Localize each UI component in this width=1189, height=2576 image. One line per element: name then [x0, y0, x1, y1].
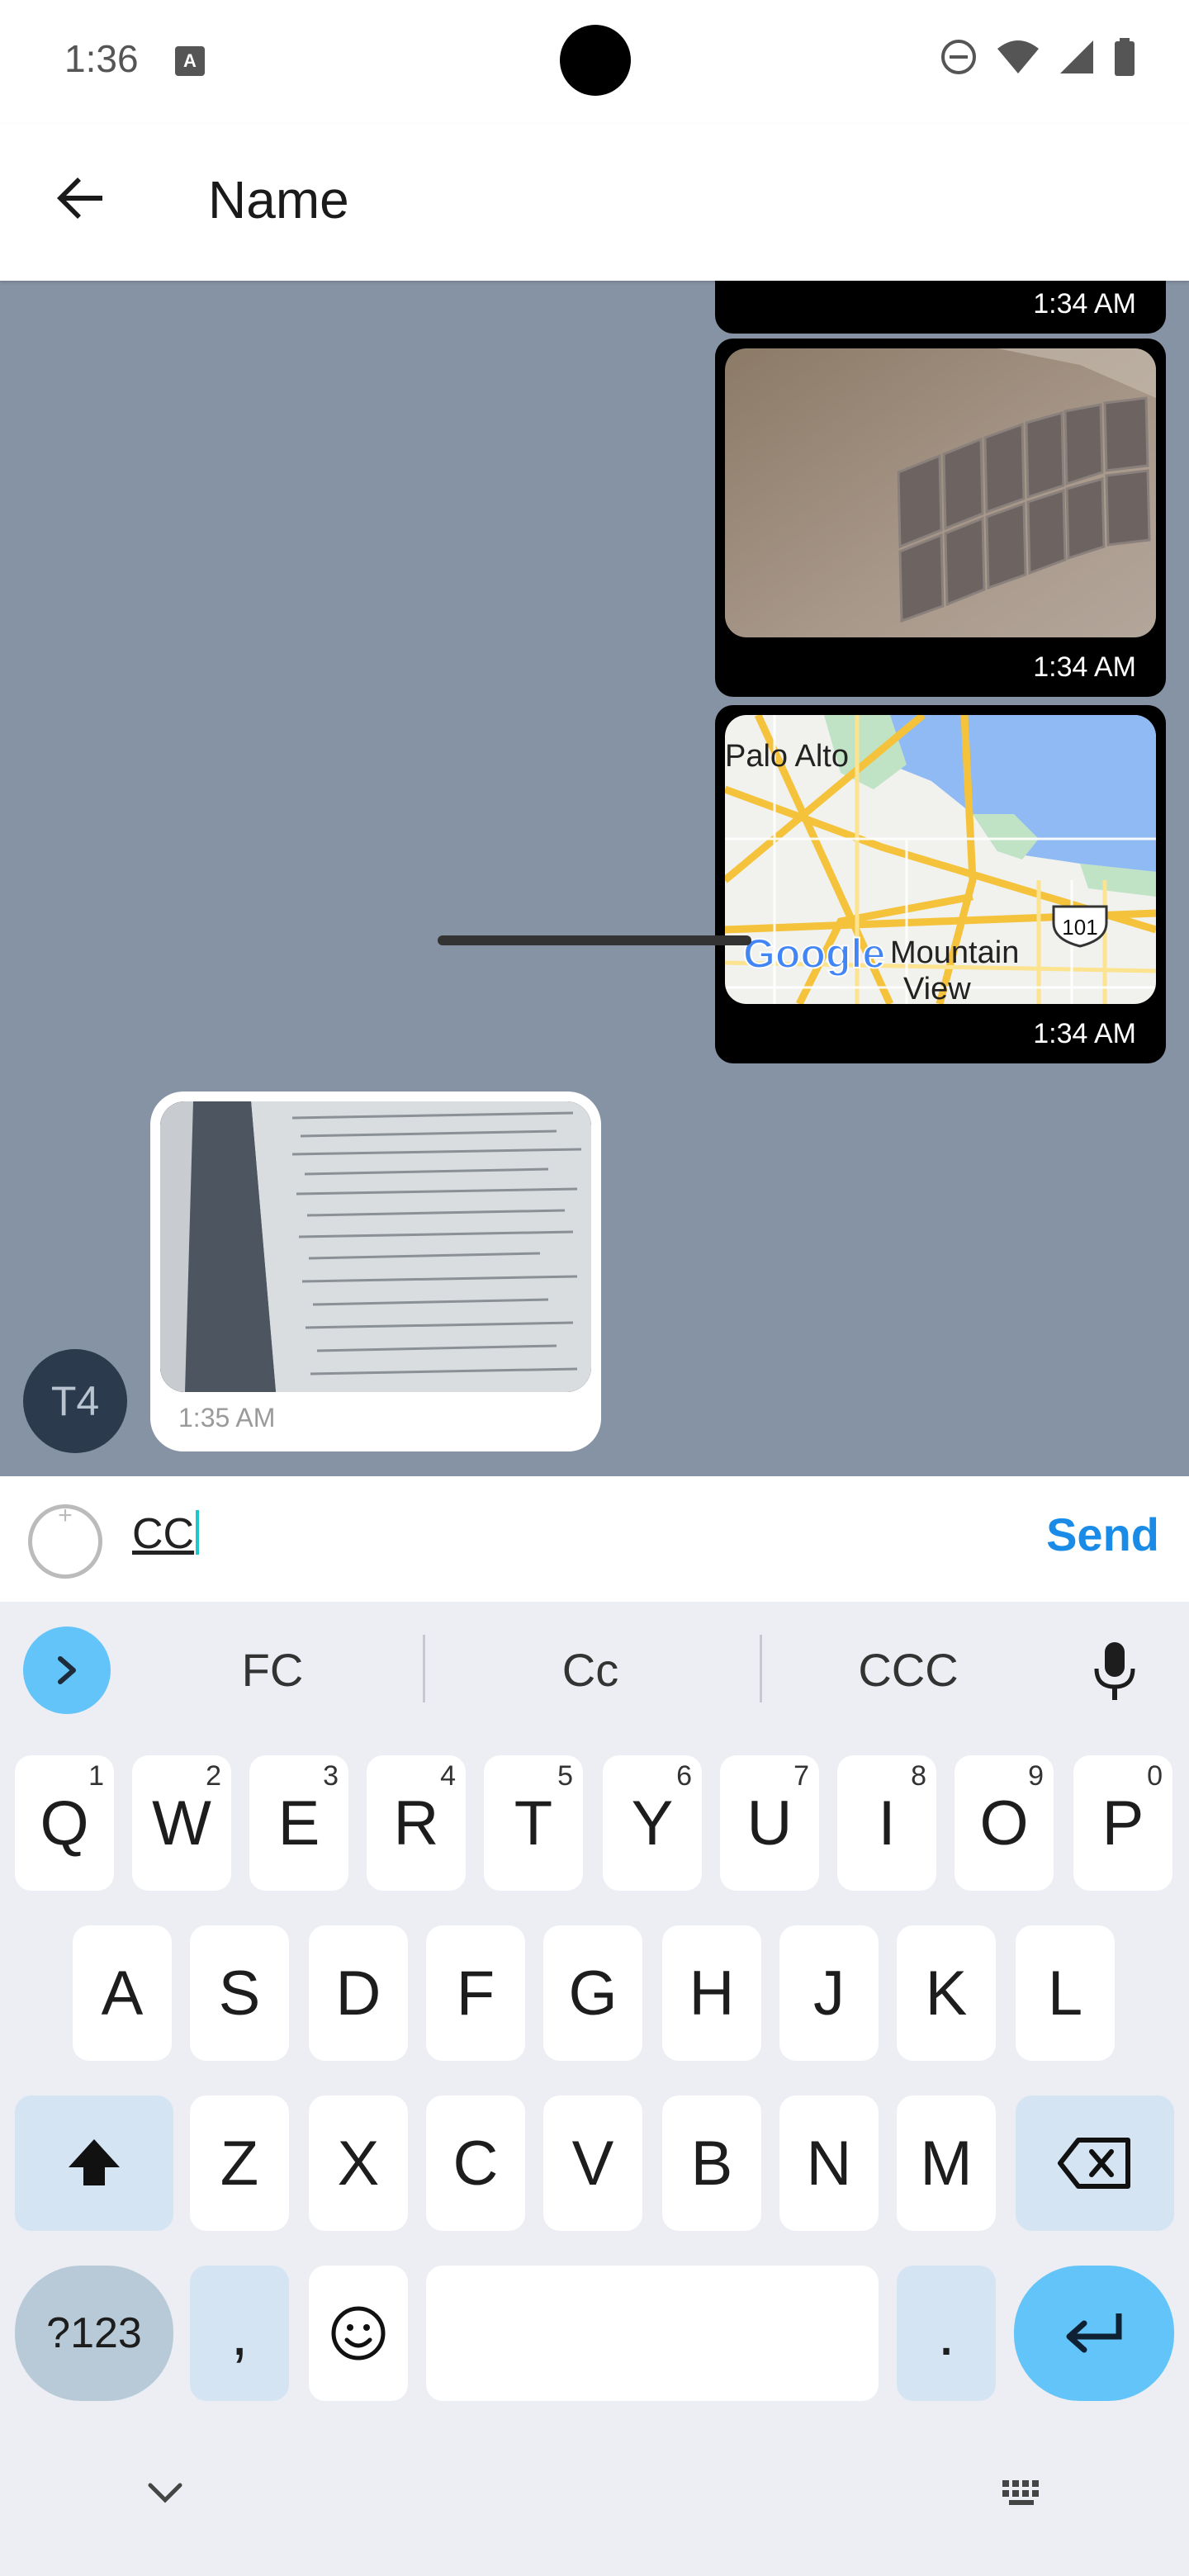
- key-p[interactable]: P0: [1073, 1755, 1172, 1891]
- message-input[interactable]: CC: [132, 1509, 200, 1559]
- key-l[interactable]: L: [1016, 1925, 1115, 2061]
- period-key[interactable]: .: [897, 2266, 996, 2401]
- key-r[interactable]: R4: [367, 1755, 466, 1891]
- svg-text:Google: Google: [743, 930, 885, 977]
- status-bar: 1:36 A: [0, 0, 1189, 124]
- home-indicator[interactable]: [438, 935, 751, 945]
- key-w[interactable]: W2: [132, 1755, 231, 1891]
- voice-input-button[interactable]: [1082, 1635, 1148, 1709]
- key-x[interactable]: X: [309, 2095, 408, 2231]
- key-z[interactable]: Z: [190, 2095, 289, 2231]
- avatar[interactable]: T4: [23, 1349, 127, 1453]
- app-bar: Name: [0, 124, 1189, 281]
- enter-icon: [1066, 2313, 1122, 2353]
- map-image[interactable]: Palo Alto Mountain View 101 Google: [725, 715, 1156, 1004]
- plus-icon: +: [58, 1502, 73, 1529]
- highway-label: 101: [1062, 915, 1097, 940]
- camera-cutout: [560, 25, 631, 96]
- keyboard-nav-bar: [0, 2460, 1189, 2576]
- emoji-icon: [331, 2306, 386, 2361]
- suggestion-strip: FC Cc CCC: [0, 1602, 1189, 1731]
- suggestion-divider: [423, 1635, 425, 1702]
- key-q[interactable]: Q1: [15, 1755, 114, 1891]
- key-e[interactable]: E3: [249, 1755, 348, 1891]
- message-bubble-outgoing[interactable]: Palo Alto Mountain View 101 Google 1:34 …: [715, 705, 1166, 1063]
- suggestion-2[interactable]: Cc: [442, 1643, 739, 1697]
- key-i[interactable]: I8: [837, 1755, 936, 1891]
- key-y[interactable]: Y6: [603, 1755, 702, 1891]
- map-label-city2b: View: [903, 972, 971, 1004]
- back-button[interactable]: [40, 157, 122, 239]
- add-attachment-button[interactable]: +: [28, 1502, 102, 1579]
- key-j[interactable]: J: [779, 1925, 879, 2061]
- message-bubble-incoming[interactable]: 1:35 AM: [150, 1091, 601, 1451]
- notification-icon: A: [175, 46, 205, 76]
- message-image[interactable]: [160, 1101, 591, 1392]
- key-t[interactable]: T5: [484, 1755, 583, 1891]
- key-g[interactable]: G: [543, 1925, 642, 2061]
- suggestion-1[interactable]: FC: [124, 1643, 421, 1697]
- status-icons: [940, 38, 1136, 76]
- key-a[interactable]: A: [73, 1925, 172, 2061]
- battery-icon: [1115, 38, 1135, 76]
- expand-toolbar-button[interactable]: [23, 1627, 111, 1714]
- send-button[interactable]: Send: [1046, 1508, 1159, 1561]
- do-not-disturb-icon: [941, 40, 976, 74]
- key-m[interactable]: M: [897, 2095, 996, 2231]
- emoji-key[interactable]: [309, 2266, 408, 2401]
- suggestion-3[interactable]: CCC: [760, 1643, 1057, 1697]
- message-time: 1:35 AM: [178, 1403, 276, 1432]
- key-u[interactable]: U7: [720, 1755, 819, 1891]
- enter-key[interactable]: [1014, 2266, 1174, 2401]
- key-n[interactable]: N: [779, 2095, 879, 2231]
- page-title: Name: [208, 170, 349, 230]
- key-s[interactable]: S: [190, 1925, 289, 2061]
- comma-key[interactable]: ,: [190, 2266, 289, 2401]
- key-f[interactable]: F: [426, 1925, 525, 2061]
- symbols-key[interactable]: ?123: [15, 2266, 173, 2401]
- shift-key[interactable]: [15, 2095, 173, 2231]
- key-b[interactable]: B: [662, 2095, 761, 2231]
- map-label-city1: Palo Alto: [725, 739, 849, 774]
- key-h[interactable]: H: [662, 1925, 761, 2061]
- key-d[interactable]: D: [309, 1925, 408, 2061]
- chevron-right-icon: [58, 1656, 76, 1684]
- wifi-icon: [997, 40, 1039, 73]
- key-k[interactable]: K: [897, 1925, 996, 2061]
- space-key[interactable]: [426, 2266, 879, 2401]
- message-image[interactable]: [725, 348, 1156, 637]
- map-label-city2a: Mountain: [890, 935, 1019, 970]
- composer-bar: + CC Send: [0, 1476, 1189, 1602]
- backspace-icon: [1058, 2138, 1130, 2189]
- keyboard: FC Cc CCC Q1 W2 E3 R4 T5 Y6 U7 I8 O9 P0 …: [0, 1602, 1189, 2576]
- message-time: 1:34 AM: [1033, 651, 1136, 683]
- chat-area[interactable]: 1:34 AM 1:34 AM Palo Alto Mountain View …: [0, 281, 1189, 1476]
- key-v[interactable]: V: [543, 2095, 642, 2231]
- message-input-value: CC: [132, 1510, 195, 1558]
- shift-icon: [69, 2139, 120, 2185]
- google-logo: Google: [742, 930, 886, 978]
- microphone-icon: [1094, 1642, 1135, 1700]
- backspace-key[interactable]: [1016, 2095, 1174, 2231]
- chevron-down-icon[interactable]: [147, 2482, 183, 2505]
- keyboard-switch-icon[interactable]: [1001, 2479, 1047, 2508]
- status-time: 1:36: [64, 37, 139, 80]
- key-c[interactable]: C: [426, 2095, 525, 2231]
- message-time: 1:34 AM: [1033, 288, 1136, 320]
- text-cursor: [196, 1510, 200, 1555]
- signal-icon: [1060, 40, 1093, 73]
- message-time: 1:34 AM: [1033, 1018, 1136, 1049]
- key-o[interactable]: O9: [955, 1755, 1054, 1891]
- arrow-back-icon: [57, 178, 102, 219]
- message-bubble-outgoing[interactable]: 1:34 AM: [715, 339, 1166, 697]
- message-bubble-outgoing[interactable]: 1:34 AM: [715, 281, 1166, 334]
